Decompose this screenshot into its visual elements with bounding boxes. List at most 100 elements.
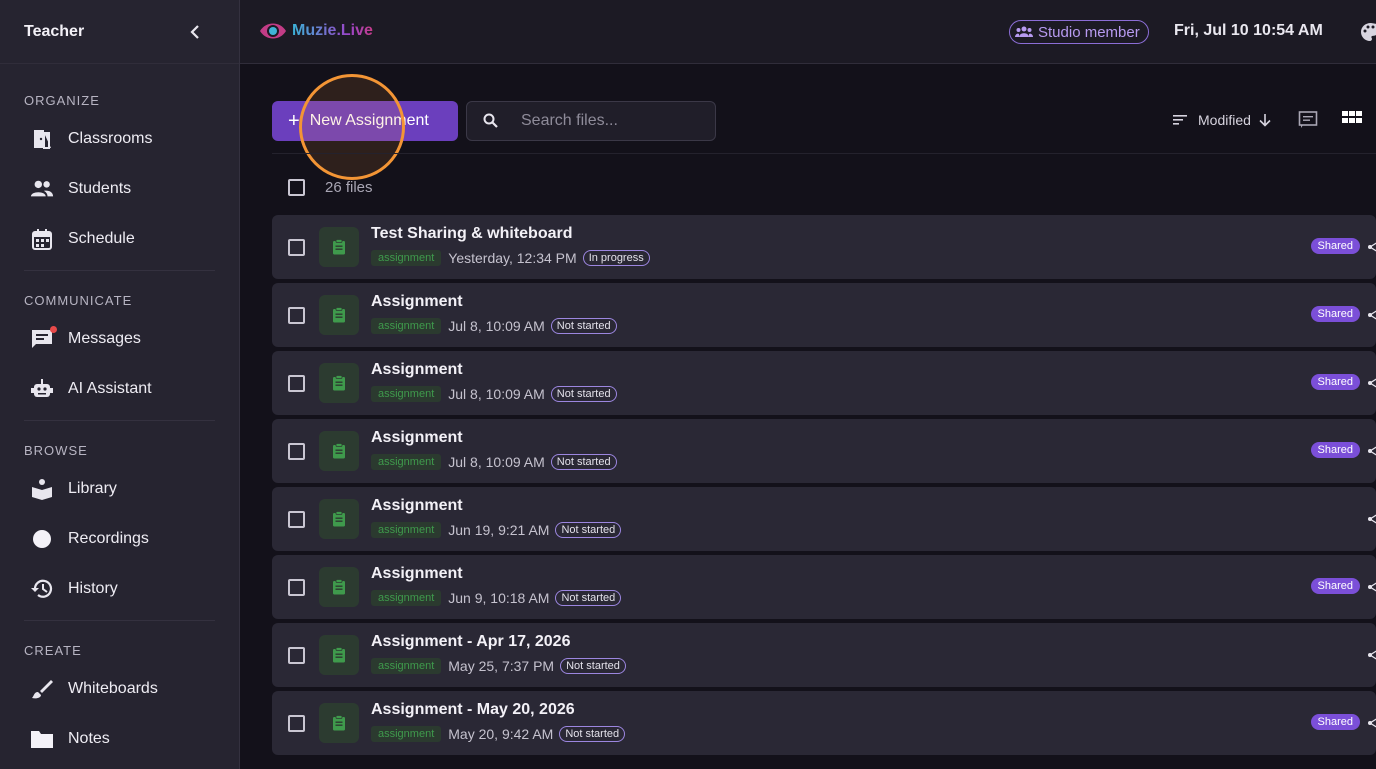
file-title[interactable]: Assignment: [371, 293, 463, 311]
arrow-down-icon[interactable]: [1259, 113, 1271, 127]
shared-badge: Shared: [1310, 442, 1360, 458]
sidebar-item-history[interactable]: History: [0, 564, 239, 614]
calendar-icon: [30, 227, 54, 251]
select-all: 26 files: [288, 179, 373, 196]
section-title: COMMUNICATE: [24, 293, 133, 308]
file-meta: assignment Jul 8, 10:09 AM Not started: [371, 318, 617, 334]
file-title[interactable]: Test Sharing & whiteboard: [371, 225, 573, 243]
sidebar-section-create: CREATE Whiteboards Notes: [0, 621, 239, 764]
file-count: 26 files: [325, 179, 373, 196]
row-checkbox[interactable]: [288, 239, 305, 256]
sidebar-item-recordings[interactable]: Recordings: [0, 514, 239, 564]
modified-date: Jun 19, 9:21 AM: [448, 522, 550, 538]
chevron-left-icon[interactable]: [187, 24, 203, 40]
row-checkbox[interactable]: [288, 579, 305, 596]
share-icon[interactable]: [1368, 579, 1376, 600]
shared-badge: Shared: [1310, 578, 1360, 594]
modified-date: Jun 9, 10:18 AM: [448, 590, 550, 606]
list-view-icon[interactable]: [1298, 110, 1318, 135]
row-checkbox[interactable]: [288, 375, 305, 392]
modified-date: Yesterday, 12:34 PM: [448, 250, 577, 266]
row-checkbox[interactable]: [288, 647, 305, 664]
history-icon: [30, 577, 54, 601]
share-icon[interactable]: [1368, 715, 1376, 736]
sidebar-item-schedule[interactable]: Schedule: [0, 214, 239, 264]
type-tag: assignment: [371, 386, 442, 402]
share-icon[interactable]: [1368, 443, 1376, 464]
file-title[interactable]: Assignment - May 20, 2026: [371, 701, 575, 719]
row-checkbox[interactable]: [288, 307, 305, 324]
message-icon: [30, 326, 57, 351]
status-badge: Not started: [559, 726, 626, 742]
type-tag: assignment: [371, 658, 442, 674]
record-icon: [30, 527, 54, 551]
app-logo[interactable]: Muzie.Live: [259, 20, 373, 42]
group-icon: [1015, 26, 1033, 37]
sidebar-item-ai-assistant[interactable]: AI Assistant: [0, 364, 239, 414]
new-assignment-label: New Assignment: [309, 112, 429, 129]
sidebar-item-classrooms[interactable]: Classrooms: [0, 114, 239, 164]
modified-date: Jul 8, 10:09 AM: [448, 318, 545, 334]
file-row[interactable]: Test Sharing & whiteboard assignment Yes…: [272, 215, 1376, 279]
sidebar-item-label: Students: [68, 180, 132, 197]
row-checkbox[interactable]: [288, 443, 305, 460]
book-icon: [30, 477, 54, 501]
sidebar-item-library[interactable]: Library: [0, 464, 239, 514]
section-title: BROWSE: [24, 443, 88, 458]
sidebar-item-whiteboards[interactable]: Whiteboards: [0, 664, 239, 714]
sidebar-item-messages[interactable]: Messages: [0, 314, 239, 364]
share-icon[interactable]: [1368, 647, 1376, 668]
search-input[interactable]: [521, 112, 701, 130]
sort-control[interactable]: Modified: [1172, 112, 1271, 128]
sidebar-item-notes[interactable]: Notes: [0, 714, 239, 764]
file-row[interactable]: Assignment assignment Jul 8, 10:09 AM No…: [272, 351, 1376, 415]
file-row[interactable]: Assignment assignment Jul 8, 10:09 AM No…: [272, 283, 1376, 347]
sidebar-item-label: Recordings: [68, 530, 149, 547]
file-title[interactable]: Assignment: [371, 565, 463, 583]
row-checkbox[interactable]: [288, 511, 305, 528]
sidebar: Teacher ORGANIZE Classrooms Students Sch…: [0, 0, 240, 769]
sort-lines-icon: [1173, 115, 1187, 125]
sidebar-item-label: Library: [68, 480, 117, 497]
share-icon[interactable]: [1368, 375, 1376, 396]
search-box[interactable]: [466, 101, 716, 141]
search-icon: [483, 113, 498, 128]
palette-icon[interactable]: [1361, 22, 1376, 47]
status-badge: Not started: [550, 318, 617, 334]
shared-badge: Shared: [1310, 374, 1360, 390]
share-icon[interactable]: [1368, 511, 1376, 532]
file-row[interactable]: Assignment - May 20, 2026 assignment May…: [272, 691, 1376, 755]
status-badge: Not started: [550, 386, 617, 402]
people-icon: [30, 177, 54, 201]
new-assignment-button[interactable]: + New Assignment: [272, 101, 458, 141]
shared-badge: Shared: [1310, 306, 1360, 322]
file-title[interactable]: Assignment: [371, 497, 463, 515]
type-tag: assignment: [371, 590, 442, 606]
studio-member-badge[interactable]: Studio member: [1009, 20, 1149, 44]
share-icon[interactable]: [1368, 307, 1376, 328]
file-row[interactable]: Assignment assignment Jun 19, 9:21 AM No…: [272, 487, 1376, 551]
modified-date: May 25, 7:37 PM: [448, 658, 555, 674]
folder-icon: [30, 727, 54, 751]
file-row[interactable]: Assignment - Apr 17, 2026 assignment May…: [272, 623, 1376, 687]
sidebar-section-browse: BROWSE Library Recordings History: [0, 421, 239, 621]
sidebar-item-label: Whiteboards: [68, 680, 158, 697]
file-meta: assignment Jun 9, 10:18 AM Not started: [371, 590, 622, 606]
robot-icon: [30, 377, 54, 401]
current-datetime: Fri, Jul 10 10:54 AM: [1174, 22, 1323, 39]
file-title[interactable]: Assignment: [371, 361, 463, 379]
brush-icon: [30, 677, 54, 701]
file-title[interactable]: Assignment: [371, 429, 463, 447]
select-all-checkbox[interactable]: [288, 179, 305, 196]
file-row[interactable]: Assignment assignment Jul 8, 10:09 AM No…: [272, 419, 1376, 483]
file-row[interactable]: Assignment assignment Jun 9, 10:18 AM No…: [272, 555, 1376, 619]
clipboard-icon: [319, 567, 359, 607]
grid-view-icon[interactable]: [1341, 110, 1363, 135]
eye-logo-icon: [260, 23, 286, 39]
file-meta: assignment May 25, 7:37 PM Not started: [371, 658, 626, 674]
share-icon[interactable]: [1368, 239, 1376, 260]
sidebar-item-students[interactable]: Students: [0, 164, 239, 214]
file-meta: assignment Yesterday, 12:34 PM In progre…: [371, 250, 650, 266]
row-checkbox[interactable]: [288, 715, 305, 732]
file-title[interactable]: Assignment - Apr 17, 2026: [371, 633, 570, 651]
